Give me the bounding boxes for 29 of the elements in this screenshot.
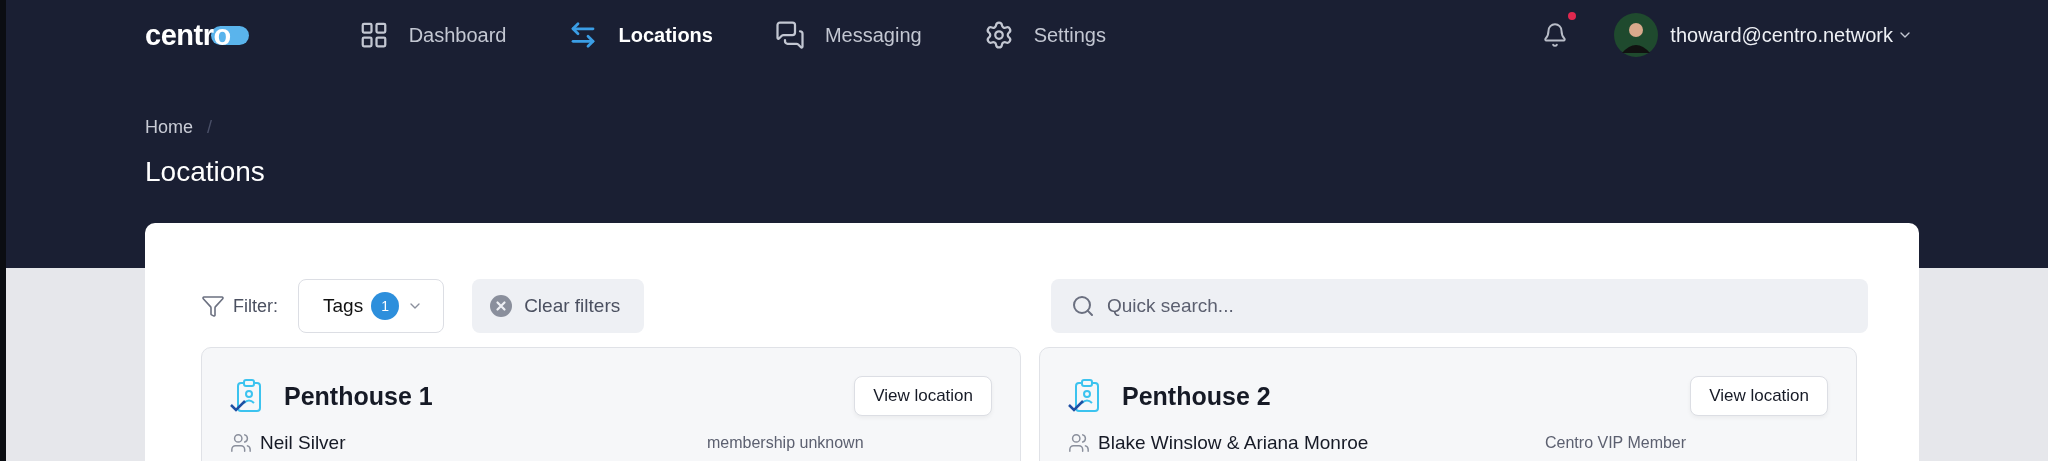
nav-link[interactable]: Dashboard <box>358 20 507 50</box>
search-field[interactable]: Quick search... <box>1051 279 1868 333</box>
avatar[interactable] <box>1614 13 1659 57</box>
nav-link[interactable]: Settings <box>983 20 1106 50</box>
membership-status: Centro VIP Member <box>1545 434 1688 452</box>
people-icon <box>1068 432 1090 454</box>
view-location-button[interactable]: View location <box>1690 376 1828 416</box>
chat-icon <box>774 20 805 50</box>
bell-icon[interactable] <box>1542 22 1569 48</box>
location-name: Penthouse 2 <box>1122 381 1271 411</box>
nav-link[interactable]: Locations <box>568 20 713 50</box>
breadcrumb-link[interactable]: Home <box>145 117 193 138</box>
filter-icon <box>201 294 225 318</box>
search-icon <box>1071 294 1095 318</box>
page-title: Locations <box>145 156 266 188</box>
membership-status: membership unknown <box>707 434 865 452</box>
clear-icon <box>490 295 513 317</box>
breadcrumb-separator: / <box>207 117 213 138</box>
nav-link[interactable]: Messaging <box>774 20 922 50</box>
count-badge: 1 <box>371 292 400 320</box>
people-icon <box>230 432 252 454</box>
clear-filters-button[interactable]: Clear filters <box>472 279 645 333</box>
tags-dropdown[interactable]: Tags 1 <box>298 279 445 333</box>
user-email[interactable]: thoward@centro.network <box>1670 23 1893 47</box>
location-name: Penthouse 1 <box>284 381 433 411</box>
view-location-button[interactable]: View location <box>854 376 992 416</box>
resident-name: Neil Silver <box>260 432 346 454</box>
filter-label: Filter: <box>233 295 278 317</box>
resident-name: Blake Winslow & Ariana Monroe <box>1098 432 1369 454</box>
